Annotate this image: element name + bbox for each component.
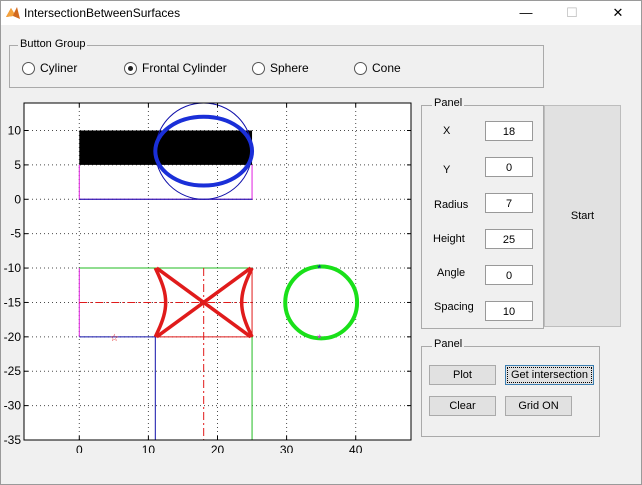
plot-axes[interactable]: * * ☆ 0 10 20 30 40 10 5 0 -5 -10 -15 -20 -25 -30 -35 (1, 93, 421, 453)
radio-circle-selected (124, 61, 137, 75)
clear-button[interactable]: Clear (429, 396, 496, 416)
params-panel-title: Panel (432, 97, 465, 109)
y-tick-label: -5 (10, 227, 21, 241)
close-button[interactable]: ✕ (595, 1, 641, 25)
y-input[interactable]: 0 (485, 157, 533, 177)
matlab-icon (6, 7, 20, 19)
y-tick-label: -20 (4, 330, 22, 344)
radio-cyliner[interactable]: Cyliner (22, 60, 77, 76)
actions-panel-title: Panel (432, 338, 465, 350)
x-input[interactable]: 18 (485, 121, 533, 141)
radius-label: Radius (434, 199, 469, 211)
x-tick-label: 30 (280, 443, 294, 453)
radio-circle (22, 61, 35, 75)
height-input[interactable]: 25 (485, 229, 533, 249)
plot-button[interactable]: Plot (429, 365, 496, 385)
window-title: IntersectionBetweenSurfaces (24, 6, 181, 20)
grid-on-button[interactable]: Grid ON (505, 396, 572, 416)
x-tick-label: 20 (211, 443, 225, 453)
y-tick-label: 5 (14, 158, 21, 172)
spacing-label: Spacing (434, 301, 474, 313)
title-bar: IntersectionBetweenSurfaces — ☐ ✕ (1, 1, 641, 25)
minimize-button[interactable]: — (503, 1, 549, 25)
radio-cone[interactable]: Cone (354, 60, 401, 76)
x-tick-label: 10 (142, 443, 156, 453)
radio-label: Sphere (270, 61, 309, 75)
x-label: X (443, 125, 451, 137)
y-tick-label: -15 (4, 295, 22, 309)
radio-label: Cone (372, 61, 401, 75)
app-window: IntersectionBetweenSurfaces — ☐ ✕ Button… (0, 0, 642, 485)
angle-label: Angle (437, 267, 466, 279)
get-intersection-button[interactable]: Get intersection (505, 365, 594, 385)
height-label: Height (433, 233, 465, 245)
y-tick-label: -10 (4, 261, 22, 275)
spacing-input[interactable]: 10 (485, 301, 533, 321)
y-tick-label: -30 (4, 399, 22, 413)
red-star-marker: ☆ (110, 333, 119, 344)
maximize-button[interactable]: ☐ (549, 1, 595, 25)
actions-panel (421, 346, 600, 437)
radio-circle (354, 61, 367, 75)
x-tick-label: 40 (349, 443, 363, 453)
radio-circle (252, 61, 265, 75)
angle-input[interactable]: 0 (485, 265, 533, 285)
radio-label: Frontal Cylinder (142, 61, 227, 75)
radio-frontal-cylinder[interactable]: Frontal Cylinder (124, 60, 227, 76)
x-tick-label: 0 (76, 443, 83, 453)
y-tick-label: 0 (14, 192, 21, 206)
start-button[interactable]: Start (544, 105, 621, 327)
y-tick-label: 10 (8, 124, 22, 138)
blue-star-marker: * (317, 263, 322, 275)
y-tick-label: -35 (4, 433, 22, 447)
y-label: Y (443, 164, 451, 176)
y-tick-label: -25 (4, 364, 22, 378)
black-band (79, 130, 253, 165)
radius-input[interactable]: 7 (485, 193, 533, 213)
radio-label: Cyliner (40, 61, 78, 75)
magenta-star-marker: * (317, 333, 322, 345)
radio-sphere[interactable]: Sphere (252, 60, 309, 76)
button-group-title: Button Group (18, 38, 88, 50)
